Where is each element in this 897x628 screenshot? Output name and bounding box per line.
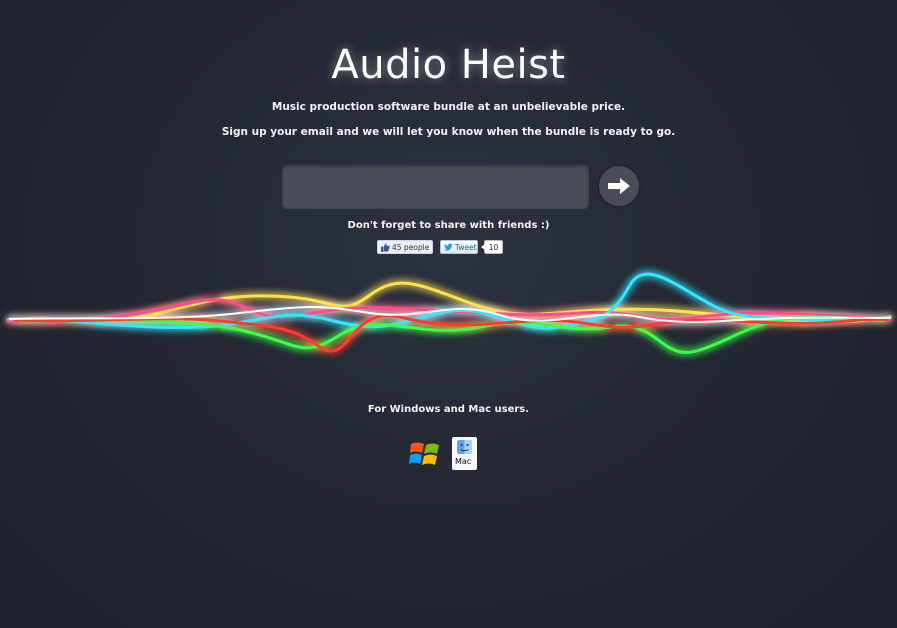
arrow-right-icon [608, 178, 630, 194]
mac-finder-icon[interactable]: Mac [452, 437, 477, 470]
tweet-label: Tweet [455, 242, 477, 252]
like-count: 45 people [392, 242, 430, 252]
windows-logo-icon[interactable] [409, 438, 441, 470]
platforms-text: For Windows and Mac users. [367, 404, 530, 415]
twitter-bird-icon [444, 243, 453, 251]
page-title: Audio Heist [331, 42, 566, 88]
signup-text: Sign up your email and we will let you k… [221, 126, 676, 138]
tagline: Music production software bundle at an u… [271, 101, 626, 113]
mac-label: Mac [455, 457, 472, 466]
share-text: Don't forget to share with friends :) [347, 220, 550, 231]
tweet-count: 10 [481, 240, 503, 254]
finder-face-icon [457, 440, 472, 454]
tweet-button[interactable]: Tweet [440, 240, 478, 254]
submit-button[interactable] [599, 166, 639, 206]
email-input[interactable] [282, 165, 589, 209]
facebook-like-button[interactable]: 45 people [377, 240, 433, 254]
facebook-like-icon [381, 242, 390, 252]
sound-wave-graphic [6, 272, 892, 354]
